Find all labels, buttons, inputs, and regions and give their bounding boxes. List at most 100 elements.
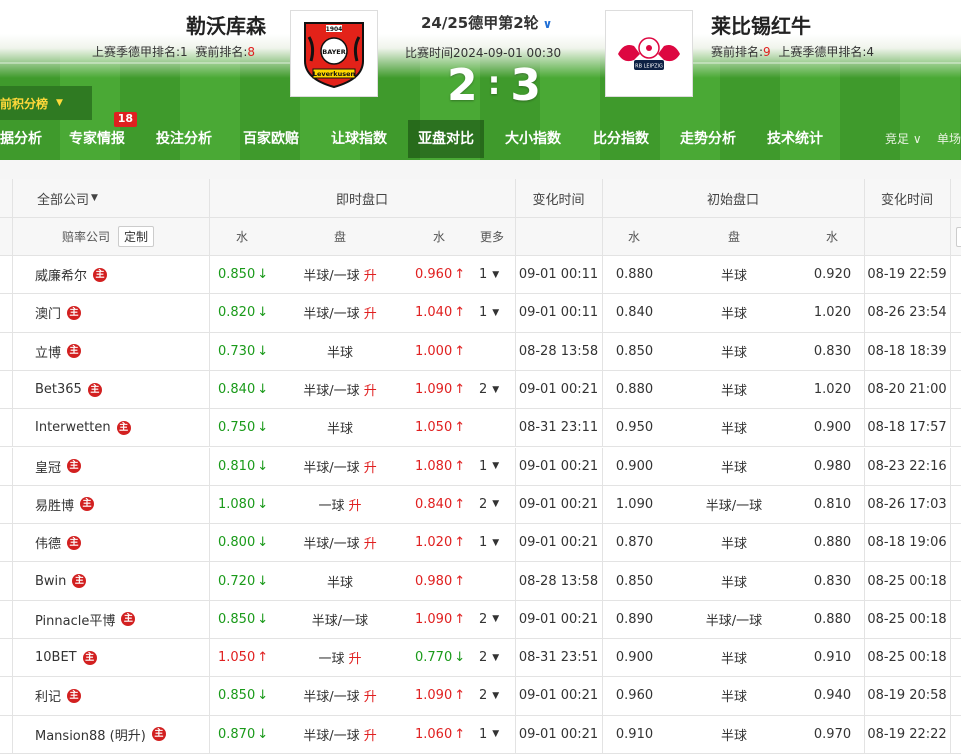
nav-tab-tech-stats[interactable]: 技术统计 <box>767 120 823 158</box>
live-away-water[interactable]: 1.020 ↑ <box>415 524 465 561</box>
live-away-water[interactable]: 1.090 ↑ <box>415 677 465 714</box>
more-dropdown[interactable]: 2 ▼ <box>479 486 499 523</box>
live-home-water[interactable]: 1.080 ↓ <box>218 486 268 523</box>
away-team-logo[interactable]: RB LEIPZIG <box>605 10 693 97</box>
live-handicap[interactable]: 一球升 <box>270 486 410 523</box>
live-home-water[interactable]: 0.810 ↓ <box>218 448 268 485</box>
live-away-water[interactable]: 1.000 ↑ <box>415 333 465 370</box>
live-away-water[interactable]: 1.090 ↑ <box>415 371 465 408</box>
company-cell[interactable]: 立博主 <box>35 333 82 370</box>
live-handicap[interactable]: 半球 <box>270 562 410 599</box>
live-home-water[interactable]: 0.850 ↓ <box>218 677 268 714</box>
live-away-water[interactable]: 0.840 ↑ <box>415 486 465 523</box>
live-handicap[interactable]: 半球/一球升 <box>270 524 410 561</box>
more-dropdown[interactable]: 2 ▼ <box>479 639 499 676</box>
table-row[interactable]: Bet365 主 0.840 ↓ 半球/一球升 1.090 ↑ 2 ▼ 09-01 00:21 0.… <box>0 370 961 410</box>
live-away-water[interactable]: 1.040 ↑ <box>415 294 465 331</box>
live-home-water[interactable]: 0.820 ↓ <box>218 294 268 331</box>
company-cell[interactable]: 伟德主 <box>35 524 82 561</box>
live-handicap[interactable]: 半球/一球升 <box>270 448 410 485</box>
live-handicap[interactable]: 半球/一球升 <box>270 716 410 753</box>
table-row[interactable]: Bwin 主 0.720 ↓ 半球 0.980 ↑ 08-28 13:58 0.850 半球 0.8… <box>0 562 961 601</box>
live-home-water[interactable]: 0.730 ↓ <box>218 333 268 370</box>
company-cell[interactable]: 易胜博主 <box>35 486 95 523</box>
company-name: 澳门 <box>35 307 62 323</box>
live-home-water[interactable]: 0.870 ↓ <box>218 716 268 753</box>
live-handicap[interactable]: 半球 <box>270 409 410 446</box>
table-row[interactable]: 10BET 主 1.050 ↑ 一球升 0.770 ↓ 2 ▼ 08-31 23:51 0.900 半… <box>0 639 961 678</box>
nav-tab-over-under[interactable]: 大小指数 <box>505 120 561 158</box>
company-cell[interactable]: Pinnacle平博主 <box>35 601 136 638</box>
live-handicap[interactable]: 半球/一球升 <box>270 256 410 293</box>
filter-dropdown[interactable]: 竞足 ∨ <box>885 120 922 158</box>
company-cell[interactable]: Interwetten 主 <box>35 409 131 446</box>
live-away-water[interactable]: 0.980 ↑ <box>415 562 465 599</box>
table-row[interactable]: 澳门主 0.820 ↓ 半球/一球升 1.040 ↑ 1 ▼ 09-01 00:11 0.840 半… <box>0 294 961 333</box>
live-change-time: 09-01 00:21 <box>518 382 599 398</box>
table-row[interactable]: 易胜博主 1.080 ↓ 一球升 0.840 ↑ 2 ▼ 09-01 00:21 1.090 半球/… <box>0 485 961 525</box>
live-handicap[interactable]: 半球/一球升 <box>270 294 410 331</box>
more-dropdown[interactable]: 2 ▼ <box>479 601 499 638</box>
more-dropdown[interactable]: 2 ▼ <box>479 371 499 408</box>
more-dropdown[interactable]: 1 ▼ <box>479 716 499 753</box>
table-row[interactable]: 皇冠主 0.810 ↓ 半球/一球升 1.080 ↑ 1 ▼ 09-01 00:21 0.900 半… <box>0 447 961 486</box>
live-home-water[interactable]: 0.850 ↓ <box>218 256 268 293</box>
live-away-water[interactable]: 1.060 ↑ <box>415 716 465 753</box>
company-cell[interactable]: 利记主 <box>35 677 82 714</box>
table-row[interactable]: Pinnacle平博主 0.850 ↓ 半球/一球 1.090 ↑ 2 ▼ 09-01 00:2… <box>0 600 961 639</box>
home-team-name[interactable]: 勒沃库森 <box>186 10 266 39</box>
live-handicap[interactable]: 半球/一球升 <box>270 371 410 408</box>
nav-tab-expert-intel[interactable]: 专家情报 18 <box>69 112 137 158</box>
pre-match-standings-button[interactable]: 前积分榜 ▼ <box>0 86 92 120</box>
live-handicap[interactable]: 半球/一球升 <box>270 677 410 714</box>
nav-tab-handicap-index[interactable]: 让球指数 <box>331 120 387 158</box>
company-cell[interactable]: Mansion88 (明升) 主 <box>35 716 166 753</box>
table-row[interactable]: 伟德主 0.800 ↓ 半球/一球升 1.020 ↑ 1 ▼ 09-01 00:21 0.870 半… <box>0 524 961 563</box>
nav-tab-correct-score[interactable]: 比分指数 <box>593 120 649 158</box>
live-home-water[interactable]: 0.720 ↓ <box>218 562 268 599</box>
more-dropdown[interactable]: 1 ▼ <box>479 294 499 331</box>
more-dropdown[interactable]: 1 ▼ <box>479 448 499 485</box>
more-dropdown[interactable]: 1 ▼ <box>479 524 499 561</box>
more-dropdown[interactable]: 1 ▼ <box>479 256 499 293</box>
table-row[interactable]: Mansion88 (明升) 主 0.870 ↓ 半球/一球升 1.060 ↑ 1 ▼ 09-01… <box>0 715 961 754</box>
more-dropdown[interactable]: 2 ▼ <box>479 677 499 714</box>
live-home-water[interactable]: 0.850 ↓ <box>218 601 268 638</box>
initial-handicap: 半球 <box>720 345 747 361</box>
nav-tab-data-analysis[interactable]: 据分析 <box>0 120 42 158</box>
live-handicap[interactable]: 一球升 <box>270 639 410 676</box>
nav-tab-euro-odds[interactable]: 百家欧赔 <box>243 120 299 158</box>
live-away-water[interactable]: 1.050 ↑ <box>415 409 465 446</box>
live-home-water[interactable]: 0.800 ↓ <box>218 524 268 561</box>
customize-button[interactable]: 定制 <box>118 226 155 247</box>
live-away-water[interactable]: 1.080 ↑ <box>415 448 465 485</box>
company-cell[interactable]: Bwin 主 <box>35 562 87 599</box>
single-match-link[interactable]: 单场 <box>937 120 961 158</box>
company-cell[interactable]: 威廉希尔主 <box>35 256 108 293</box>
company-cell[interactable]: 10BET 主 <box>35 639 97 676</box>
company-cell[interactable]: 澳门主 <box>35 294 82 331</box>
table-row[interactable]: 立博主 0.730 ↓ 半球 1.000 ↑ 08-28 13:58 0.850 半球 0.830… <box>0 332 961 371</box>
table-row[interactable]: 威廉希尔主 0.850 ↓ 半球/一球升 0.960 ↑ 1 ▼ 09-01 00:11 0.88… <box>0 256 961 295</box>
home-team-logo[interactable]: 1904 BAYER Leverkusen <box>290 10 378 97</box>
league-round-selector[interactable]: 24/25德甲第2轮 ∨ <box>421 12 552 33</box>
table-row[interactable]: 利记主 0.850 ↓ 半球/一球升 1.090 ↑ 2 ▼ 09-01 00:21 0.960 半… <box>0 677 961 716</box>
live-home-water[interactable]: 0.840 ↓ <box>218 371 268 408</box>
nav-tab-betting-analysis[interactable]: 投注分析 <box>156 120 212 158</box>
caret-down-icon: ▼ <box>492 614 500 625</box>
rise-label: 升 <box>363 269 377 285</box>
nav-tab-trend-analysis[interactable]: 走势分析 <box>680 120 736 158</box>
all-companies-dropdown[interactable]: 全部公司 ▼ <box>37 179 98 217</box>
company-cell[interactable]: Bet365 主 <box>35 371 102 408</box>
away-team-name[interactable]: 莱比锡红牛 <box>711 10 811 39</box>
live-away-water[interactable]: 0.770 ↓ <box>415 639 465 676</box>
live-away-water[interactable]: 1.090 ↑ <box>415 601 465 638</box>
table-row[interactable]: Interwetten 主 0.750 ↓ 半球 1.050 ↑ 08-31 23:11 0.9… <box>0 409 961 448</box>
company-cell[interactable]: 皇冠主 <box>35 448 82 485</box>
live-home-water[interactable]: 1.050 ↑ <box>218 639 268 676</box>
nav-tab-asian-handicap[interactable]: 亚盘对比 <box>408 120 484 158</box>
live-handicap[interactable]: 半球/一球 <box>270 601 410 638</box>
live-home-water[interactable]: 0.750 ↓ <box>218 409 268 446</box>
live-away-water[interactable]: 0.960 ↑ <box>415 256 465 293</box>
live-handicap[interactable]: 半球 <box>270 333 410 370</box>
